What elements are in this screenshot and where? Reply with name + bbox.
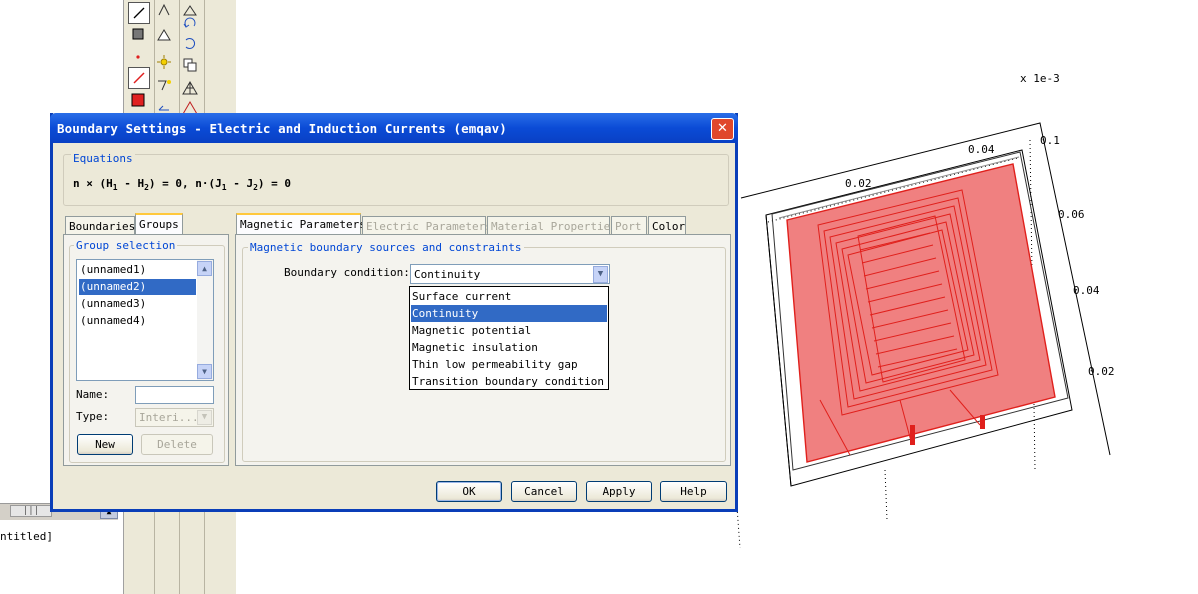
coil-region — [786, 163, 1056, 463]
boundary-settings-dialog: Boundary Settings - Electric and Inducti… — [50, 113, 738, 512]
point-tool-icon[interactable] — [128, 47, 148, 67]
dropdown-option[interactable]: Magnetic potential — [411, 322, 607, 339]
edge-select-icon[interactable] — [128, 67, 150, 89]
scrollbar-thumb[interactable]: ||| — [10, 505, 52, 517]
tab-magnetic-parameters[interactable]: Magnetic Parameters — [236, 213, 366, 234]
geometry-plot[interactable]: x 1e-3 0.02 0.04 0.06 0.04 0.02 0.1 — [735, 60, 1198, 594]
boundary-select-icon[interactable] — [128, 90, 148, 110]
boundary-condition-value: Continuity — [414, 268, 481, 281]
scroll-up-icon[interactable]: ▲ — [197, 261, 212, 276]
delete-group-button: Delete — [141, 434, 213, 455]
tab-electric-parameters: Electric Parameters — [362, 216, 492, 235]
selection-icon[interactable] — [154, 25, 174, 45]
dialog-titlebar[interactable]: Boundary Settings - Electric and Inducti… — [50, 113, 738, 143]
tick-label: 0.02 — [1088, 365, 1115, 378]
dropdown-option[interactable]: Continuity — [411, 305, 607, 322]
close-icon[interactable]: ✕ — [711, 118, 734, 140]
cancel-button[interactable]: Cancel — [511, 481, 577, 502]
mesh-triangle-icon[interactable] — [180, 78, 200, 98]
boundary-condition-label: Boundary condition: — [284, 266, 410, 279]
equation-text: n × (H1 - H2) = 0, n·(J1 - J2) = 0 — [73, 177, 292, 193]
dropdown-option[interactable]: Thin low permeability gap — [411, 356, 607, 373]
tab-boundaries[interactable]: Boundaries — [65, 216, 135, 235]
tick-label: 0.06 — [1058, 208, 1085, 221]
list-item[interactable]: (unnamed2) — [79, 279, 196, 295]
tick-label: 0.04 — [1073, 284, 1100, 297]
tick-label: 0.04 — [968, 143, 995, 156]
type-select: Interi... ▼ — [135, 408, 214, 427]
tick-label: 0.02 — [845, 177, 872, 190]
tab-port: Port — [611, 216, 647, 235]
new-group-button[interactable]: New — [77, 434, 133, 455]
rotate-icon[interactable] — [180, 13, 200, 33]
model-title-text: ntitled] — [0, 530, 53, 543]
tick-label: 0.1 — [1040, 134, 1060, 147]
chevron-down-icon[interactable]: ▼ — [593, 266, 608, 283]
tab-material-properties: Material Properties — [487, 216, 617, 235]
list-item[interactable]: (unnamed3) — [79, 296, 146, 312]
list-scrollbar[interactable]: ▲ ▼ — [197, 260, 213, 380]
apply-button[interactable]: Apply — [586, 481, 652, 502]
dropdown-option[interactable]: Transition boundary condition — [411, 373, 607, 390]
type-value: Interi... — [139, 411, 199, 424]
name-field[interactable] — [135, 386, 214, 404]
help-button[interactable]: Help — [660, 481, 727, 502]
boundary-condition-select[interactable]: Continuity ▼ — [410, 264, 610, 284]
dropdown-option[interactable]: Surface current — [411, 288, 607, 305]
list-item[interactable]: (unnamed4) — [79, 313, 146, 329]
dropdown-option[interactable]: Magnetic insulation — [411, 339, 607, 356]
zoom-hand-icon[interactable] — [154, 0, 174, 20]
dialog-title: Boundary Settings - Electric and Inducti… — [57, 121, 507, 136]
group-listbox[interactable]: (unnamed1) (unnamed2) (unnamed3) (unname… — [76, 259, 214, 381]
chevron-down-icon: ▼ — [197, 410, 212, 425]
magnetic-sources-label: Magnetic boundary sources and constraint… — [248, 241, 524, 254]
groups-panel: Group selection (unnamed1) (unnamed2) (u… — [63, 234, 229, 466]
rectangle-tool-icon[interactable] — [128, 24, 148, 44]
ok-button[interactable]: OK — [436, 481, 502, 502]
equations-label: Equations — [71, 152, 135, 165]
scale-label: x 1e-3 — [1020, 72, 1060, 85]
scroll-down-icon[interactable]: ▼ — [197, 364, 212, 379]
group-selection-label: Group selection — [74, 239, 178, 252]
list-item[interactable]: (unnamed1) — [79, 262, 146, 278]
rotate-back-icon[interactable] — [180, 33, 200, 53]
copy-objects-icon[interactable] — [180, 55, 200, 75]
line-tool-icon[interactable] — [128, 2, 150, 24]
name-label: Name: — [76, 388, 110, 401]
light-icon[interactable] — [154, 52, 174, 72]
tab-groups[interactable]: Groups — [135, 213, 183, 234]
boundary-condition-dropdown[interactable]: Surface current Continuity Magnetic pote… — [409, 286, 609, 390]
type-label: Type: — [76, 410, 110, 423]
probe-icon[interactable] — [154, 75, 174, 95]
tab-color[interactable]: Color — [648, 216, 686, 235]
